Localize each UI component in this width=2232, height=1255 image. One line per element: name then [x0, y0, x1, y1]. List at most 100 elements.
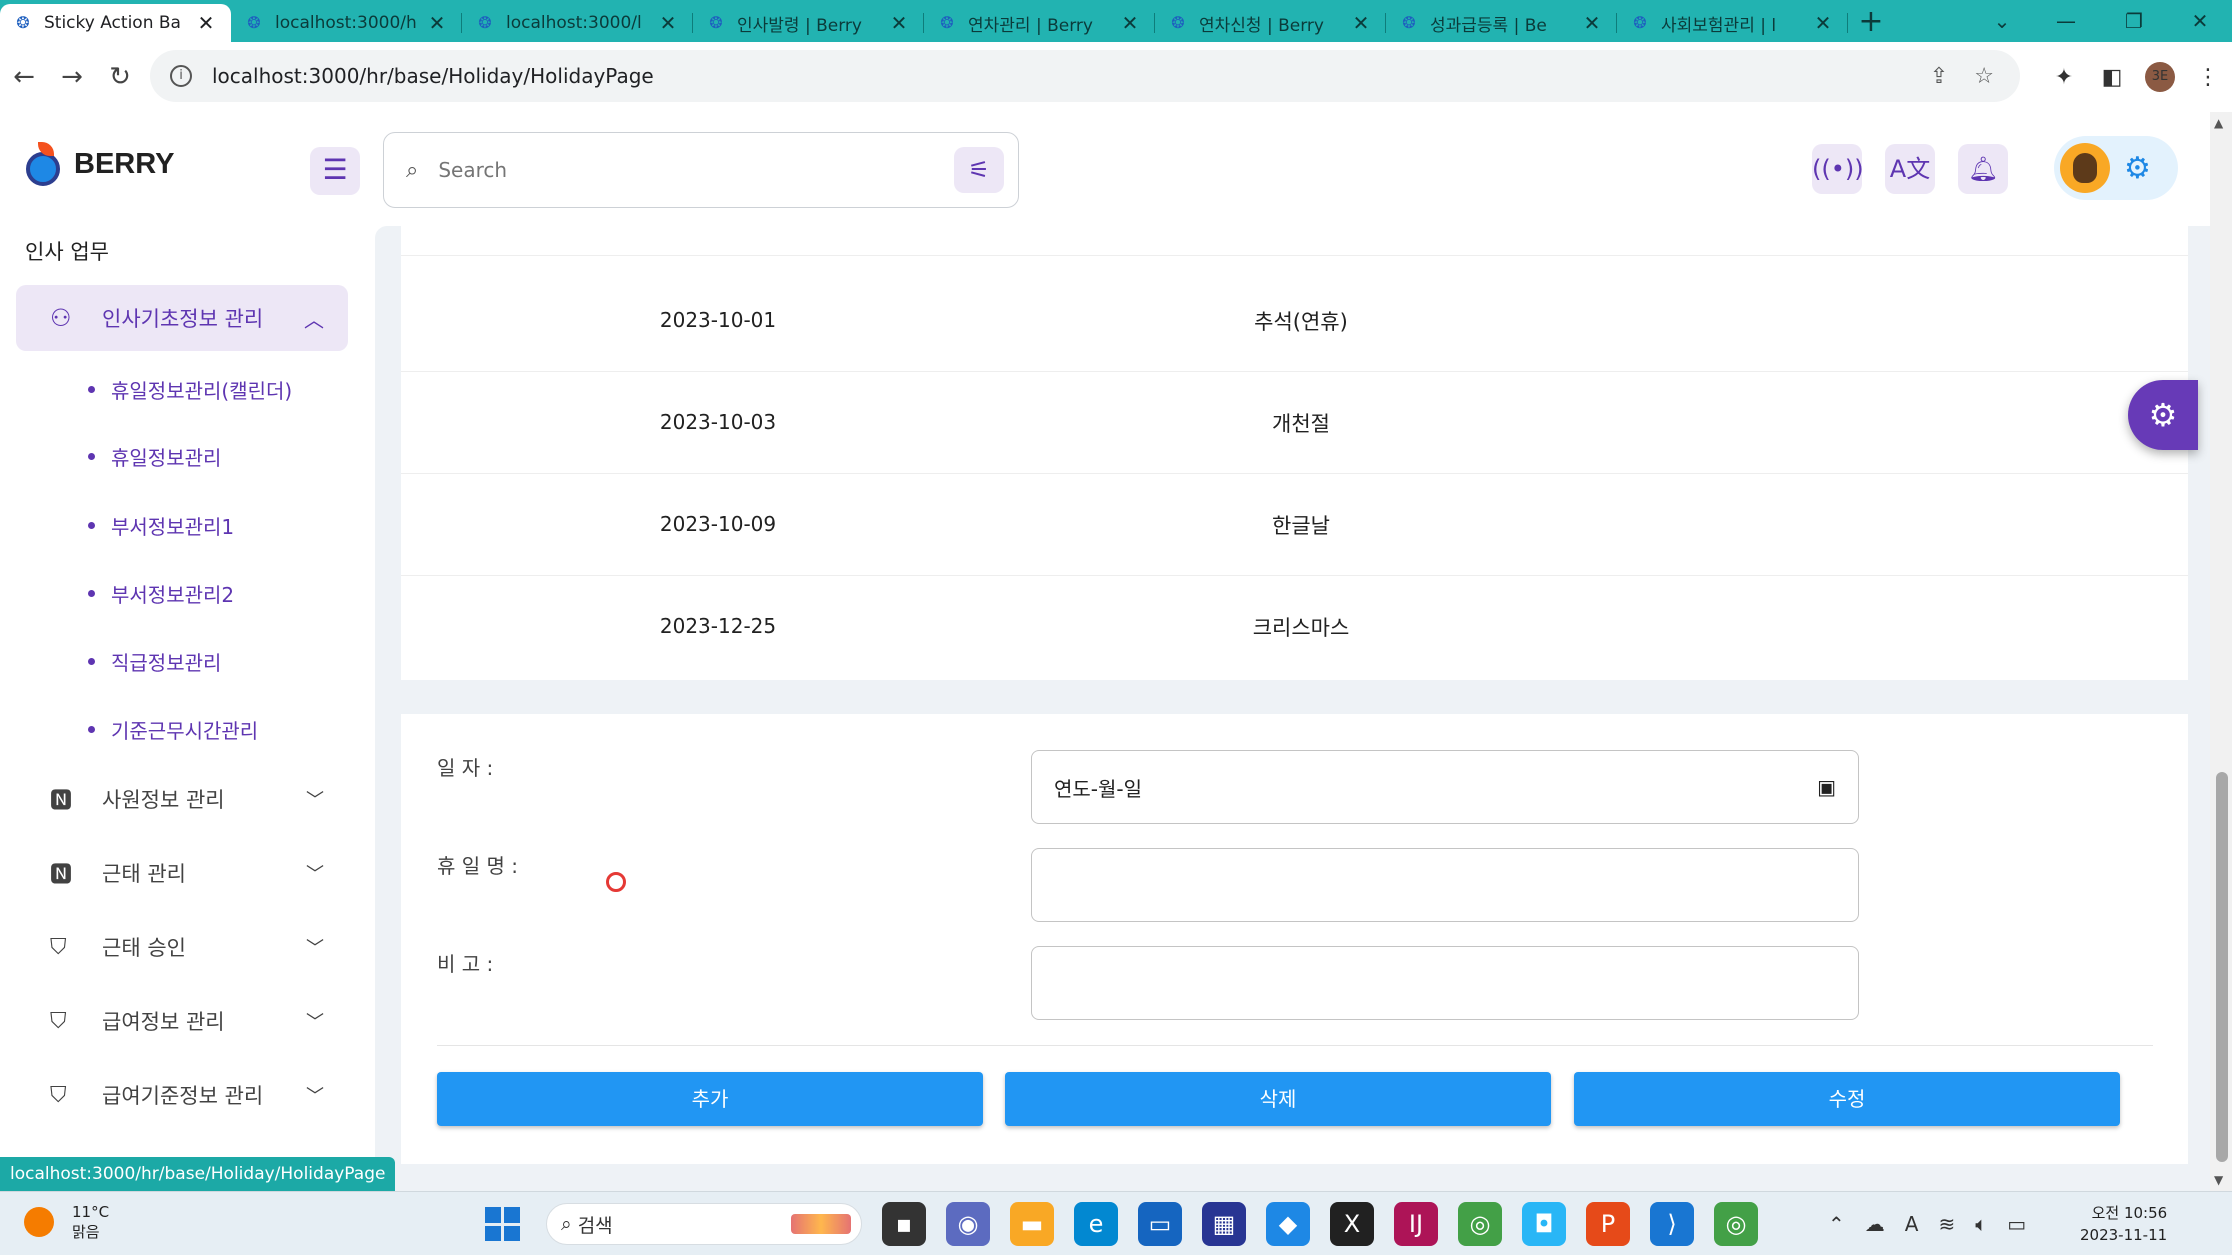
settings-gear-icon[interactable]: ⚙ [2124, 151, 2151, 186]
url-text[interactable]: localhost:3000/hr/base/Holiday/HolidayPa… [212, 64, 1930, 88]
windows-start-icon[interactable] [478, 1200, 526, 1248]
filter-sliders-icon[interactable]: ⚟ [954, 147, 1004, 193]
app-dev-icon[interactable]: ◘ [1522, 1202, 1566, 1246]
forward-icon[interactable]: → [48, 62, 96, 92]
table-row[interactable]: 2023-10-09 한글날 [401, 474, 2188, 576]
task-view-icon[interactable]: ▪ [882, 1202, 926, 1246]
browser-tab[interactable]: ❂ 사회보험관리 | l ✕ [1617, 4, 1848, 42]
tray-overflow-chevron-icon[interactable]: ⌃ [1828, 1212, 1845, 1236]
ime-language-icon[interactable]: A [1905, 1212, 1919, 1236]
page-scrollbar[interactable]: ▲ ▼ [2210, 112, 2232, 1191]
sidebar-item-work-hours[interactable]: 기준근무시간관리 [88, 715, 258, 744]
restore-icon[interactable]: ❐ [2112, 0, 2156, 42]
browser-tab[interactable]: ❂ 연차관리 | Berry ✕ [924, 4, 1155, 42]
chrome-active-icon[interactable]: ◎ [1714, 1202, 1758, 1246]
sidebar-item-holiday-calendar[interactable]: 휴일정보관리(캘린더) [88, 375, 292, 404]
close-tab-icon[interactable]: ✕ [1119, 11, 1141, 35]
volume-icon[interactable]: 🔈︎ [1975, 1212, 1987, 1236]
taskbar-search[interactable]: ⌕ 검색 [546, 1203, 862, 1245]
chrome-icon[interactable]: ◎ [1458, 1202, 1502, 1246]
back-icon[interactable]: ← [0, 62, 48, 92]
close-tab-icon[interactable]: ✕ [888, 11, 910, 35]
browser-tab[interactable]: ❂ 연차신청 | Berry ✕ [1155, 4, 1386, 42]
address-bar[interactable]: i localhost:3000/hr/base/Holiday/Holiday… [150, 50, 2020, 102]
wifi-icon[interactable]: ≋ [1938, 1212, 1955, 1236]
live-broadcast-icon[interactable]: ((•)) [1812, 144, 1864, 194]
file-explorer-icon[interactable]: ▬ [1010, 1202, 1054, 1246]
calendar-icon[interactable]: ▣ [1817, 775, 1836, 799]
sidebar-group-attendance-approval[interactable]: ⛉ 근태 승인 ﹀ [16, 919, 348, 975]
berry-favicon-icon: ❂ [1402, 13, 1416, 32]
sidebar-group-hr-basic[interactable]: ⚇ 인사기초정보 관리 ︿ [16, 285, 348, 351]
browser-tab[interactable]: ❂ localhost:3000/l ✕ [462, 4, 693, 42]
store-icon[interactable]: ▦ [1202, 1202, 1246, 1246]
edge-browser-icon[interactable]: e [1074, 1202, 1118, 1246]
chat-icon[interactable]: ◉ [946, 1202, 990, 1246]
more-menu-icon[interactable]: ⋮ [2184, 65, 2232, 90]
add-button[interactable]: 추가 [437, 1072, 983, 1126]
close-tab-icon[interactable]: ✕ [657, 11, 679, 35]
side-panel-icon[interactable]: ◧ [2088, 65, 2136, 90]
x-app-icon[interactable]: X [1330, 1202, 1374, 1246]
id-card-icon: 🅽︎ [50, 863, 73, 888]
intellij-icon[interactable]: IJ [1394, 1202, 1438, 1246]
table-row[interactable]: 2023-10-03 개천절 [401, 372, 2188, 474]
remote-desktop-icon[interactable]: ▭ [1138, 1202, 1182, 1246]
note-field[interactable] [1031, 946, 1859, 1020]
sidebar-item-department-2[interactable]: 부서정보관리2 [88, 579, 234, 608]
extensions-puzzle-icon[interactable]: ✦ [2040, 65, 2088, 90]
app-blue-icon[interactable]: ◆ [1266, 1202, 1310, 1246]
new-tab-button[interactable]: + [1848, 4, 1894, 42]
sidebar-item-position[interactable]: 직급정보관리 [88, 647, 221, 676]
scroll-up-icon[interactable]: ▲ [2214, 116, 2223, 130]
sidebar-item-department-1[interactable]: 부서정보관리1 [88, 511, 234, 540]
battery-icon[interactable]: ▭ [2007, 1212, 2026, 1236]
translate-icon[interactable]: A文 [1885, 144, 1935, 194]
sidebar-group-employee[interactable]: 🅽︎ 사원정보 관리 ﹀ [16, 771, 348, 827]
search-input[interactable] [438, 158, 954, 182]
browser-tab[interactable]: ❂ localhost:3000/h ✕ [231, 4, 462, 42]
table-row[interactable]: 2023-12-25 크리스마스 [401, 576, 2188, 678]
tab-search-chevron-icon[interactable]: ⌄ [1980, 0, 2024, 42]
sidebar-group-attendance[interactable]: 🅽︎ 근태 관리 ﹀ [16, 845, 348, 901]
close-tab-icon[interactable]: ✕ [426, 11, 448, 35]
scrollbar-thumb[interactable] [2216, 772, 2228, 1162]
berry-logo[interactable]: BERRY [24, 142, 174, 186]
bookmark-star-icon[interactable]: ☆ [1974, 64, 1994, 89]
profile-avatar[interactable]: 3E [2145, 62, 2175, 92]
close-window-icon[interactable]: ✕ [2178, 0, 2222, 42]
powerpoint-icon[interactable]: P [1586, 1202, 1630, 1246]
close-tab-icon[interactable]: ✕ [1350, 11, 1372, 35]
close-tab-icon[interactable]: ✕ [195, 11, 217, 35]
cloud-sync-icon[interactable]: ☁ [1865, 1212, 1885, 1236]
sidebar-item-holiday[interactable]: 휴일정보관리 [88, 442, 221, 471]
table-row[interactable]: 2023-10-01 추석(연휴) [401, 270, 2188, 372]
vscode-icon[interactable]: ⟩ [1650, 1202, 1694, 1246]
hamburger-menu-icon[interactable]: ☰ [310, 147, 360, 195]
browser-tab[interactable]: ❂ 성과급등록 | Be ✕ [1386, 4, 1617, 42]
search-icon: ⌕ [561, 1213, 578, 1235]
close-tab-icon[interactable]: ✕ [1581, 11, 1603, 35]
notification-bell-icon[interactable]: 🔔︎ [1958, 144, 2008, 194]
sidebar-group-payroll[interactable]: ⛉ 급여정보 관리 ﹀ [16, 993, 348, 1049]
clock-time: 오전 10:56 [2091, 1204, 2168, 1222]
customize-settings-gear-icon[interactable]: ⚙ [2128, 380, 2198, 450]
sidebar-group-payroll-standard[interactable]: ⛉ 급여기준정보 관리 ﹀ [16, 1067, 348, 1123]
delete-button[interactable]: 삭제 [1005, 1072, 1551, 1126]
weather-widget[interactable]: 11°C 맑음 [24, 1202, 109, 1242]
share-icon[interactable]: ⇪ [1930, 64, 1948, 89]
scroll-down-icon[interactable]: ▼ [2214, 1173, 2223, 1187]
site-info-icon[interactable]: i [170, 65, 192, 87]
tab-separator [1847, 13, 1848, 33]
holiday-name-field[interactable] [1031, 848, 1859, 922]
minimize-icon[interactable]: — [2044, 0, 2088, 42]
close-tab-icon[interactable]: ✕ [1812, 11, 1834, 35]
reload-icon[interactable]: ↻ [96, 62, 144, 92]
bullet-icon [88, 658, 95, 665]
browser-tab[interactable]: ❂ Sticky Action Ba ✕ [0, 4, 231, 42]
user-profile-chip[interactable]: ⚙ [2054, 136, 2178, 200]
date-field[interactable]: 연도-월-일 ▣ [1031, 750, 1859, 824]
taskbar-clock[interactable]: 오전 10:56 2023-11-11 [2080, 1202, 2167, 1246]
edit-button[interactable]: 수정 [1574, 1072, 2120, 1126]
browser-tab[interactable]: ❂ 인사발령 | Berry ✕ [693, 4, 924, 42]
